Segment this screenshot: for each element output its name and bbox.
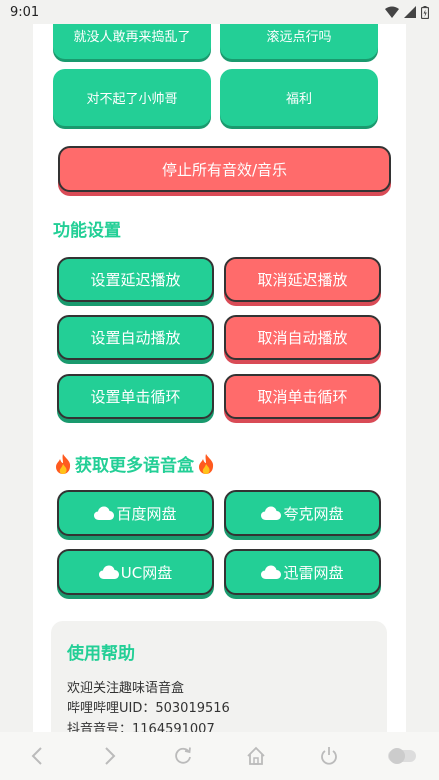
button-label: 取消单击循环 <box>257 388 348 406</box>
power-icon <box>321 747 338 765</box>
wifi-icon <box>385 6 399 18</box>
help-line: 欢迎关注趣味语音盒 <box>67 681 185 696</box>
cloud-icon <box>261 506 282 520</box>
sound-button-label: 对不起了小帅哥 <box>86 92 178 107</box>
toggle-switch[interactable] <box>382 736 422 776</box>
set-click-loop-button[interactable]: 设置单击循环 <box>57 374 214 419</box>
cloud-icon <box>98 565 119 579</box>
button-label: 设置自动播放 <box>90 329 181 347</box>
button-label: 百度网盘 <box>116 504 177 523</box>
xunlei-pan-button[interactable]: 迅雷网盘 <box>224 549 381 595</box>
forward-button[interactable] <box>90 736 130 776</box>
refresh-icon <box>175 747 191 764</box>
button-label: 迅雷网盘 <box>283 563 344 582</box>
fire-icon <box>199 453 214 474</box>
sound-button[interactable]: 福利 <box>220 69 378 126</box>
status-bar: 9:01 <box>0 0 439 24</box>
cancel-click-loop-button[interactable]: 取消单击循环 <box>224 374 381 419</box>
quark-pan-button[interactable]: 夸克网盘 <box>224 490 381 536</box>
fire-icon <box>56 453 71 474</box>
help-line: 抖音音号：1164591007 <box>67 722 215 732</box>
cloud-icon <box>261 565 282 579</box>
sound-button-label: 就没人敢再来捣乱了 <box>73 30 191 45</box>
chevron-left-icon <box>31 747 42 765</box>
button-label: UC网盘 <box>120 563 173 582</box>
sound-button[interactable]: 对不起了小帅哥 <box>53 69 211 126</box>
home-button[interactable] <box>236 736 276 776</box>
sound-button-label: 福利 <box>285 92 312 107</box>
back-button[interactable] <box>17 736 57 776</box>
cancel-delay-play-button[interactable]: 取消延迟播放 <box>224 257 381 302</box>
uc-pan-button[interactable]: UC网盘 <box>57 549 214 595</box>
stop-all-label: 停止所有音效/音乐 <box>161 160 288 179</box>
signal-icon <box>404 6 416 18</box>
set-auto-play-button[interactable]: 设置自动播放 <box>57 315 214 360</box>
toggle-icon <box>388 748 417 764</box>
set-delay-play-button[interactable]: 设置延迟播放 <box>57 257 214 302</box>
power-button[interactable] <box>309 736 349 776</box>
cancel-auto-play-button[interactable]: 取消自动播放 <box>224 315 381 360</box>
baidu-pan-button[interactable]: 百度网盘 <box>57 490 214 536</box>
help-card: 使用帮助 欢迎关注趣味语音盒 哔哩哔哩UID：503019516 抖音音号：11… <box>51 621 387 732</box>
refresh-button[interactable] <box>163 736 203 776</box>
settings-title: 功能设置 <box>53 221 121 241</box>
status-icons <box>385 5 429 19</box>
button-label: 取消自动播放 <box>257 329 348 347</box>
home-icon <box>247 746 265 765</box>
stop-all-button[interactable]: 停止所有音效/音乐 <box>58 146 391 192</box>
help-line: 哔哩哔哩UID：503019516 <box>67 701 230 716</box>
button-label: 夸克网盘 <box>283 504 344 523</box>
more-title: 获取更多语音盒 <box>53 451 216 476</box>
bottom-nav-bar <box>0 732 439 780</box>
battery-icon <box>421 5 429 19</box>
button-label: 取消延迟播放 <box>257 271 348 289</box>
sound-button-label: 滚远点行吗 <box>266 30 332 45</box>
status-time: 9:01 <box>10 4 40 20</box>
button-label: 设置单击循环 <box>90 388 181 406</box>
main-page: 就没人敢再来捣乱了 滚远点行吗 对不起了小帅哥 福利 停止所有音效/音乐 功能设… <box>33 0 406 732</box>
help-title: 使用帮助 <box>67 644 135 664</box>
chevron-right-icon <box>105 747 116 765</box>
button-label: 设置延迟播放 <box>90 271 181 289</box>
cloud-icon <box>94 506 115 520</box>
